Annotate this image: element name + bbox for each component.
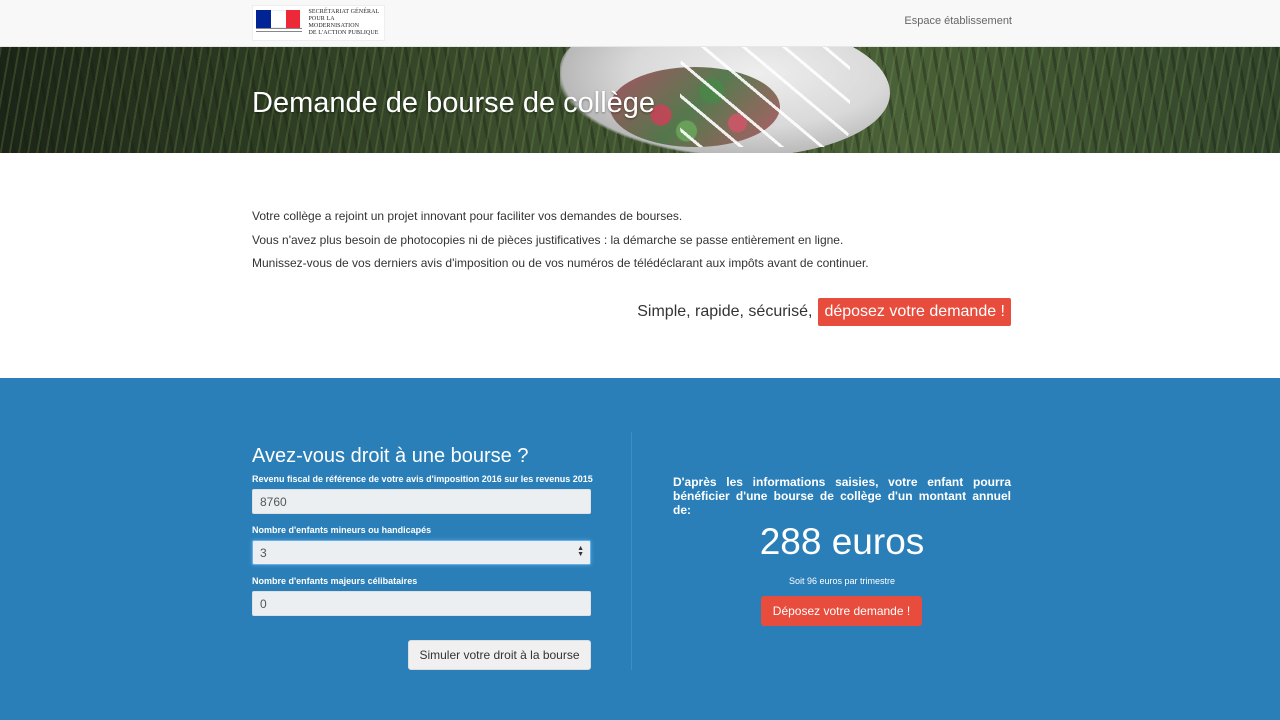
per-term-amount: Soit 96 euros par trimestre: [788, 576, 896, 586]
deposit-request-button[interactable]: déposez votre demande !: [818, 298, 1011, 326]
intro-text: Votre collège a rejoint un projet innova…: [252, 208, 1012, 279]
revenue-input[interactable]: 8760: [252, 489, 591, 514]
adult-children-input[interactable]: 0: [252, 591, 591, 616]
result-description: D'après les informations saisies, votre …: [673, 475, 1011, 517]
simulate-button[interactable]: Simuler votre droit à la bourse: [408, 640, 591, 670]
espace-etablissement-link[interactable]: Espace établissement: [904, 15, 1012, 27]
french-flag-icon: [256, 10, 301, 28]
revenue-label: Revenu fiscal de référence de votre avis…: [252, 474, 593, 484]
adult-children-label: Nombre d'enfants majeurs célibataires: [252, 576, 418, 586]
page-title: Demande de bourse de collège: [252, 87, 656, 119]
minor-children-value: 3: [260, 545, 267, 560]
adult-children-value: 0: [260, 596, 267, 611]
minor-children-input[interactable]: 3 ▲ ▼: [252, 540, 591, 565]
sneaker-laces: [680, 47, 850, 147]
cta-text: Simple, rapide, sécurisé,: [637, 303, 813, 320]
simulator-title: Avez-vous droit à une bourse ?: [252, 445, 529, 467]
section-divider: [631, 432, 632, 670]
cta-line: Simple, rapide, sécurisé, déposez votre …: [637, 298, 1011, 326]
grant-amount: 288 euros: [759, 521, 925, 562]
spinner-arrows-icon[interactable]: ▲ ▼: [577, 545, 584, 558]
top-navbar: Secrétariat général pour la modernisatio…: [0, 0, 1280, 47]
revenue-value: 8760: [260, 494, 287, 509]
result-deposit-button[interactable]: Déposez votre demande !: [761, 596, 922, 626]
intro-line: Votre collège a rejoint un projet innova…: [252, 209, 683, 223]
hero-banner: Demande de bourse de collège: [0, 47, 1280, 153]
marianne-motto-lines: [256, 28, 302, 36]
logo-text: Secrétariat général pour la modernisatio…: [308, 9, 380, 36]
simulator-section: Avez-vous droit à une bourse ? Revenu fi…: [0, 378, 1280, 720]
intro-line: Vous n'avez plus besoin de photocopies n…: [252, 232, 844, 247]
intro-line: Munissez-vous de vos derniers avis d'imp…: [252, 256, 869, 270]
minor-children-label: Nombre d'enfants mineurs ou handicapés: [252, 525, 432, 535]
sgmap-logo[interactable]: Secrétariat général pour la modernisatio…: [252, 5, 385, 41]
